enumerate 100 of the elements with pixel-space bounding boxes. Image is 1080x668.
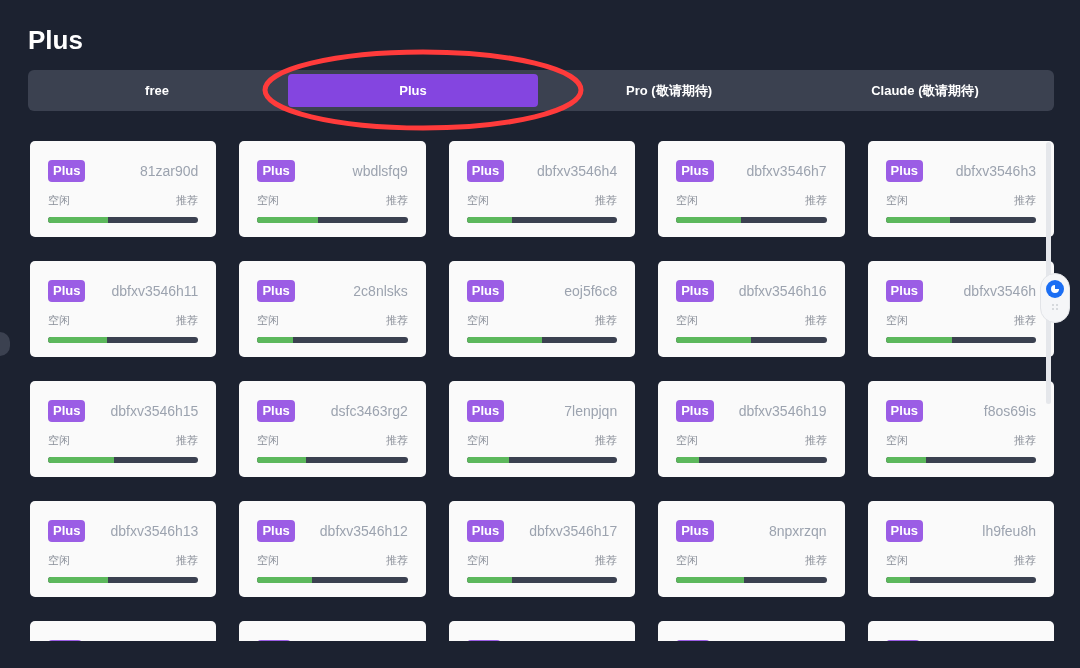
plan-badge: Plus — [885, 160, 924, 182]
plan-badge: Plus — [48, 520, 86, 542]
tag-label: 推荐 — [804, 313, 827, 328]
account-card[interactable]: Plus dbfxv3546h12 空闲 推荐 — [239, 501, 426, 597]
tag-label: 推荐 — [1014, 433, 1036, 448]
tab[interactable]: Pro (敬请期待) — [544, 74, 794, 107]
plan-badge: Plus — [48, 280, 86, 302]
account-card[interactable]: Plus lh9feu8h 空闲 推荐 — [867, 501, 1054, 597]
plan-badge: Plus — [257, 520, 295, 542]
status-label: 空闲 — [466, 433, 489, 448]
status-label: 空闲 — [676, 433, 699, 448]
account-card[interactable]: Plus dbfxv3546h15 空闲 推荐 — [30, 381, 217, 477]
account-name: dbfxv3546h16 — [738, 281, 827, 301]
account-card[interactable]: Plus eoj5f6c8 空闲 推荐 — [448, 261, 636, 357]
account-card[interactable]: Plus dbfxv3546h 空闲 推荐 — [867, 261, 1054, 357]
plan-badge: Plus — [466, 520, 505, 542]
tag-label: 推荐 — [385, 193, 408, 208]
tag-label: 推荐 — [385, 313, 408, 328]
plan-badge: Plus — [257, 160, 295, 182]
account-name: dbfxv3546h3 — [955, 161, 1036, 181]
account-name: dbfxv3546h13 — [110, 521, 199, 541]
status-label: 空闲 — [257, 193, 280, 208]
status-label: 空闲 — [885, 433, 908, 448]
tab[interactable]: Claude (敬请期待) — [800, 74, 1050, 107]
account-name: dbfxv3546h19 — [738, 401, 827, 421]
plan-badge: Plus — [885, 520, 924, 542]
tag-label: 推荐 — [595, 433, 618, 448]
tag-label: 推荐 — [804, 193, 827, 208]
plan-badge: Plus — [885, 400, 924, 422]
status-label: 空闲 — [257, 433, 280, 448]
account-name: f8os69is — [983, 401, 1036, 421]
plan-badge: Plus — [466, 160, 505, 182]
plan-badge: Plus — [466, 400, 505, 422]
account-name: 7lenpjqn — [564, 401, 618, 421]
account-name: dbfxv3546h4 — [537, 161, 618, 181]
tab[interactable]: free — [32, 74, 282, 107]
tag-label: 推荐 — [1014, 313, 1036, 328]
account-name: dbfxv3546h15 — [110, 401, 199, 421]
account-card[interactable]: Plus dsfc3463rg2 空闲 推荐 — [239, 381, 426, 477]
account-card[interactable]: Plus dbfxv3546h4 空闲 推荐 — [448, 141, 636, 237]
account-card[interactable]: Plus f8os69is 空闲 推荐 — [867, 381, 1054, 477]
plan-badge: Plus — [48, 160, 86, 182]
plan-badge: Plus — [48, 400, 86, 422]
status-label: 空闲 — [466, 193, 489, 208]
chat-icon[interactable] — [1046, 280, 1064, 298]
tag-label: 推荐 — [595, 193, 618, 208]
tag-label: 推荐 — [176, 433, 199, 448]
page-title: Plus — [28, 24, 83, 56]
plan-badge: Plus — [676, 400, 714, 422]
tag-label: 推荐 — [385, 433, 408, 448]
account-card[interactable]: Plus 8npxrzqn 空闲 推荐 — [658, 501, 845, 597]
status-label: 空闲 — [885, 313, 908, 328]
status-label: 空闲 — [676, 313, 699, 328]
status-label: 空闲 — [466, 553, 489, 568]
status-label: 空闲 — [466, 313, 489, 328]
tag-label: 推荐 — [176, 553, 199, 568]
tag-label: 推荐 — [804, 553, 827, 568]
account-card[interactable]: Plus wbdlsfq9 空闲 推荐 — [239, 141, 426, 237]
status-label: 空闲 — [48, 313, 70, 328]
account-name: dbfxv3546h11 — [111, 281, 199, 301]
account-card[interactable]: Plus dbfxv3546h7 空闲 推荐 — [658, 141, 845, 237]
account-name: lh9feu8h — [982, 521, 1036, 541]
plan-badge: Plus — [466, 280, 505, 302]
account-card[interactable]: Plus 7lenpjqn 空闲 推荐 — [448, 381, 636, 477]
status-label: 空闲 — [885, 193, 908, 208]
account-name: dbfxv3546h7 — [746, 161, 827, 181]
plan-badge: Plus — [885, 280, 924, 302]
status-label: 空闲 — [48, 433, 70, 448]
plan-badge: Plus — [676, 280, 714, 302]
account-card[interactable]: Plus dbfxv3546h3 空闲 推荐 — [867, 141, 1054, 237]
tag-label: 推荐 — [176, 313, 199, 328]
tab[interactable]: Plus — [288, 74, 538, 107]
account-name: dsfc3463rg2 — [330, 401, 408, 421]
plan-badge: Plus — [676, 520, 714, 542]
tag-label: 推荐 — [385, 553, 408, 568]
account-card[interactable]: Plus dbfxv3546h17 空闲 推荐 — [448, 501, 636, 597]
tag-label: 推荐 — [595, 313, 618, 328]
account-card[interactable]: Plus dbfxv3546h11 空闲 推荐 — [30, 261, 217, 357]
tag-label: 推荐 — [1014, 193, 1036, 208]
status-label: 空闲 — [676, 193, 699, 208]
account-name: dbfxv3546h — [963, 281, 1036, 301]
status-label: 空闲 — [48, 553, 70, 568]
plan-badge: Plus — [676, 160, 714, 182]
status-label: 空闲 — [257, 313, 280, 328]
account-name: dbfxv3546h17 — [529, 521, 618, 541]
account-card[interactable]: Plus 81zar90d 空闲 推荐 — [30, 141, 217, 237]
account-card[interactable]: Plus dbfxv3546h19 空闲 推荐 — [658, 381, 845, 477]
account-card[interactable]: Plus dbfxv3546h16 空闲 推荐 — [658, 261, 845, 357]
account-name: eoj5f6c8 — [564, 281, 618, 301]
plan-badge: Plus — [257, 400, 295, 422]
floating-widget[interactable] — [1040, 273, 1070, 323]
tag-label: 推荐 — [176, 193, 199, 208]
status-label: 空闲 — [676, 553, 699, 568]
tag-label: 推荐 — [804, 433, 827, 448]
account-name: dbfxv3546h12 — [319, 521, 408, 541]
plan-badge: Plus — [257, 280, 295, 302]
account-card[interactable]: Plus dbfxv3546h13 空闲 推荐 — [30, 501, 217, 597]
account-name: 2c8nlsks — [353, 281, 408, 301]
account-name: 8npxrzqn — [769, 521, 827, 541]
account-card[interactable]: Plus 2c8nlsks 空闲 推荐 — [239, 261, 426, 357]
